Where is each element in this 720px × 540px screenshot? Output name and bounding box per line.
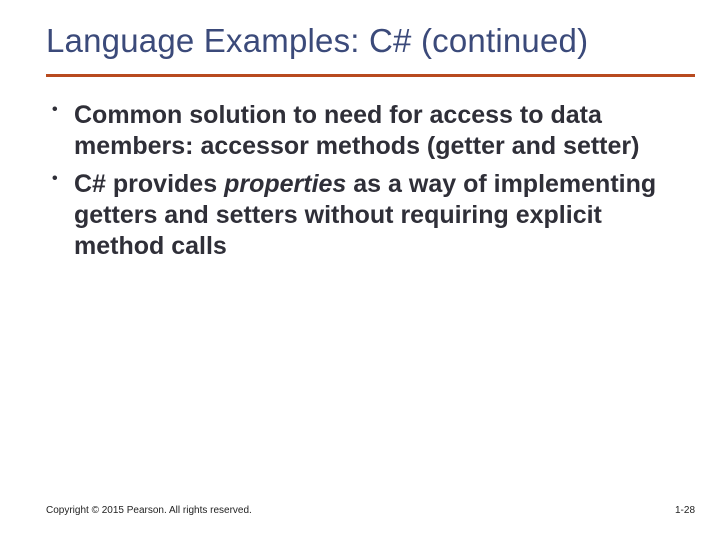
page-number: 1-28 [675, 505, 695, 516]
slide-content: Common solution to need for access to da… [46, 100, 682, 268]
bullet-text-italic: properties [224, 170, 346, 198]
slide-footer: Copyright © 2015 Pearson. All rights res… [46, 505, 695, 516]
copyright-text: Copyright © 2015 Pearson. All rights res… [46, 505, 252, 516]
bullet-list: Common solution to need for access to da… [46, 100, 682, 262]
bullet-text-pre: C# provides [74, 170, 224, 198]
bullet-item: Common solution to need for access to da… [46, 100, 682, 163]
bullet-item: C# provides properties as a way of imple… [46, 169, 682, 263]
bullet-text-pre: Common solution to need for access to da… [74, 101, 639, 160]
slide-title: Language Examples: C# (continued) [46, 22, 698, 60]
title-underline [46, 74, 695, 77]
slide: Language Examples: C# (continued) Common… [0, 0, 720, 540]
